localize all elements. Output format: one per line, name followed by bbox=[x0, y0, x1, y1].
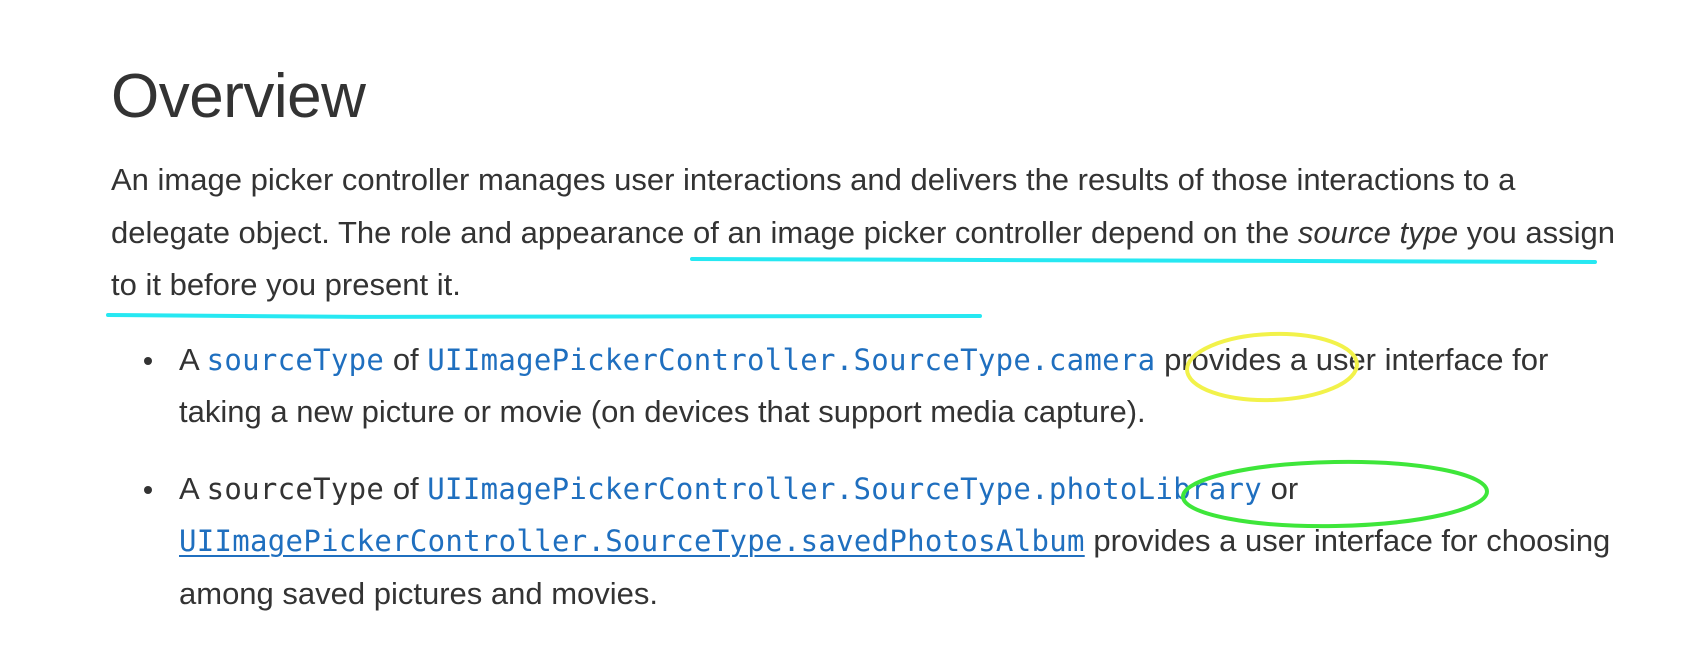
bullet-dot-icon bbox=[144, 356, 152, 365]
source-type-enum-link[interactable]: UIImagePickerController.SourceType bbox=[427, 343, 1031, 377]
source-type-enum-link[interactable]: UIImagePickerController.SourceType bbox=[427, 472, 1031, 506]
photo-library-case-link[interactable]: .photoLibrary bbox=[1031, 472, 1262, 506]
list-item-camera: A sourceType of UIImagePickerController.… bbox=[111, 334, 1631, 439]
source-type-emphasis: source type bbox=[1297, 214, 1459, 250]
bullet-prefix: A bbox=[179, 341, 207, 377]
saved-photos-album-link[interactable]: UIImagePickerController.SourceType.saved… bbox=[179, 524, 1085, 558]
list-item-photo-library: A sourceType of UIImagePickerController.… bbox=[111, 463, 1631, 621]
or-text: or bbox=[1262, 470, 1299, 506]
source-type-link[interactable]: sourceType bbox=[207, 343, 385, 377]
bullet-dot-icon bbox=[144, 485, 152, 494]
overview-paragraph: An image picker controller manages user … bbox=[111, 154, 1631, 312]
page-title: Overview bbox=[111, 62, 366, 131]
source-type-list: A sourceType of UIImagePickerController.… bbox=[111, 334, 1631, 621]
of-text: of bbox=[384, 341, 428, 377]
bullet-prefix: A bbox=[179, 470, 207, 506]
source-type-code: sourceType bbox=[206, 471, 385, 506]
documentation-content: Overview An image picker controller mana… bbox=[111, 58, 1631, 644]
camera-case-link[interactable]: .camera bbox=[1031, 343, 1155, 377]
of-text: of bbox=[384, 470, 428, 506]
